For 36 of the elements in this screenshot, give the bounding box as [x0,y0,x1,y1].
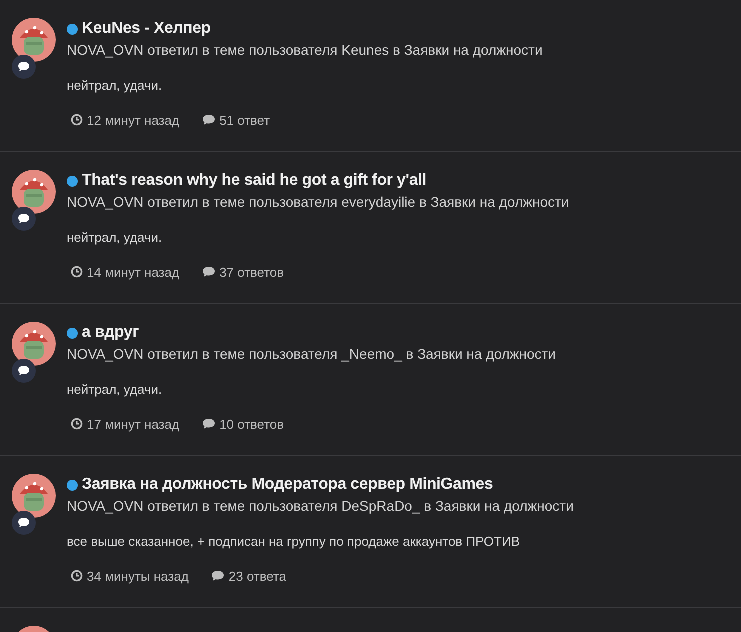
comment-icon [210,570,225,582]
reply-count: 51 ответ [220,112,270,128]
avatar[interactable] [12,322,56,366]
post-snippet: нейтрал, удачи. [67,381,164,399]
clock-icon [71,114,83,126]
post-time: 14 минут назад [87,264,180,280]
thread-title[interactable]: That's reason why he said he got a gift for y'all [82,172,427,190]
chat-bubble-icon [12,207,36,231]
activity-summary: NOVA_OVN ответил в теме пользователя Keunes в Заявки на должности [67,41,543,60]
thread-title[interactable]: KeuNes - Хелпер [82,20,211,38]
avatar[interactable] [12,170,56,214]
avatar[interactable] [12,18,56,62]
comment-icon [202,418,216,430]
post-time: 34 минуты назад [87,568,189,584]
clock-icon [71,418,83,430]
chat-bubble-icon [12,511,36,535]
chat-bubble-icon [12,55,36,79]
reply-count: 10 ответов [220,416,284,432]
post-time: 17 минут назад [87,416,180,432]
activity-summary: NOVA_OVN ответил в теме пользователя everydayilie в Заявки на должности [67,193,570,212]
clock-icon [71,266,83,278]
post-snippet: нейтрал, удачи. [67,77,164,95]
comment-icon [202,266,216,278]
chat-bubble-icon [12,359,36,383]
comment-icon [202,114,216,126]
reply-count: 23 ответа [228,568,286,584]
clock-icon [71,570,83,582]
post-snippet: все выше сказанное, + подписан на группу по продаже аккаунтов ПРОТИВ [67,533,522,551]
thread-title[interactable]: а вдруг [82,324,140,342]
reply-count: 37 ответов [220,264,284,280]
post-time: 12 минут назад [87,112,180,128]
activity-summary: NOVA_OVN ответил в теме пользователя _Neemo_ в Заявки на должности [67,345,556,364]
activity-summary: NOVA_OVN ответил в теме пользователя DeSpRaDo_ в Заявки на должности [67,497,574,516]
avatar[interactable] [12,474,56,518]
thread-title[interactable]: Заявка на должность Модератора сервер MiniGames [82,476,494,494]
post-snippet: нейтрал, удачи. [67,229,164,247]
